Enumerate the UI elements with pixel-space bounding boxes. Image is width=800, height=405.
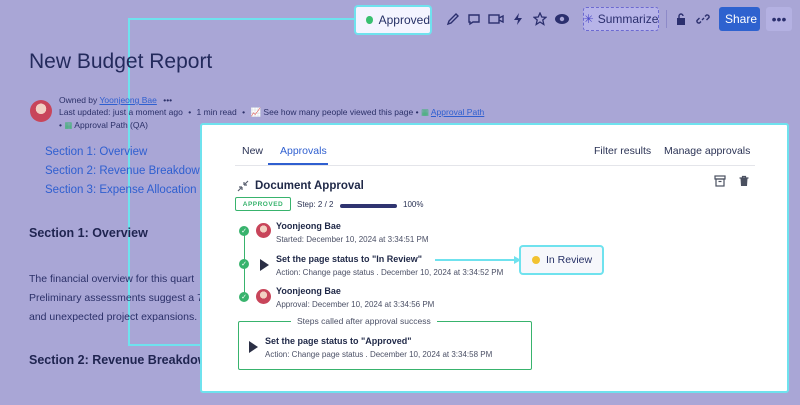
toc-item[interactable]: Section 1: Overview (45, 146, 147, 158)
toc-item[interactable]: Section 3: Expense Allocation (45, 184, 197, 196)
step-name: Yoonjeong Bae (276, 286, 341, 296)
archive-icon[interactable] (714, 175, 728, 189)
section-heading: Section 1: Overview (29, 226, 148, 240)
progress-percent: 100% (403, 200, 424, 209)
edit-icon[interactable] (444, 10, 462, 28)
page-background: Approved ✳ Summarize Share ••• New Budge… (0, 0, 800, 405)
share-button[interactable]: Share (719, 7, 760, 31)
document-approval-title: Document Approval (255, 180, 364, 192)
step-detail: Action: Change page status . December 10… (276, 268, 504, 277)
page-views-link[interactable]: See how many people viewed this page (263, 107, 413, 117)
page-status-button[interactable]: Approved (354, 5, 432, 35)
collapse-icon[interactable] (237, 180, 249, 195)
connector-line (128, 344, 200, 346)
tab-new[interactable]: New (242, 145, 263, 157)
check-icon: ✓ (239, 226, 249, 236)
lightning-icon[interactable] (509, 10, 527, 28)
avatar (30, 100, 52, 122)
byline-more-button[interactable]: ••• (163, 95, 172, 105)
paragraph-line: and unexpected project expansions. (29, 311, 198, 323)
filter-results-link[interactable]: Filter results (594, 145, 651, 157)
approval-path-link[interactable]: Approval Path (431, 107, 484, 117)
video-icon[interactable] (487, 10, 505, 28)
comment-icon[interactable] (465, 10, 483, 28)
approval-path-icon: ▦ (420, 107, 429, 117)
callout-arrow (435, 259, 518, 261)
section-heading: Section 2: Revenue Breakdow (29, 353, 208, 367)
step-name: Set the page status to "In Review" (276, 254, 423, 264)
step-detail: Started: December 10, 2024 at 3:34:51 PM (276, 235, 429, 244)
toc-item[interactable]: Section 2: Revenue Breakdown (45, 165, 206, 177)
step-name: Yoonjeong Bae (276, 221, 341, 231)
paragraph-line: The financial overview for this quart (29, 273, 195, 285)
manage-approvals-link[interactable]: Manage approvals (664, 145, 750, 157)
paragraph-line: Preliminary assessments suggest a 7 (29, 292, 203, 304)
link-icon[interactable] (694, 10, 712, 28)
last-updated: Last updated: just a moment ago (59, 107, 183, 117)
analytics-icon: 📈 (250, 107, 262, 117)
check-icon: ✓ (239, 259, 249, 269)
play-icon (260, 259, 269, 271)
status-dot-icon (532, 256, 540, 264)
approval-path-qa-label: Approval Path (QA) (74, 120, 148, 130)
play-icon (249, 341, 258, 353)
check-icon: ✓ (239, 292, 249, 302)
tab-approvals[interactable]: Approvals (280, 145, 327, 157)
step-detail: Action: Change page status . December 10… (265, 350, 493, 359)
step-counter: Step: 2 / 2 (297, 200, 334, 209)
summarize-button[interactable]: ✳ Summarize (583, 7, 659, 31)
read-time: 1 min read (196, 107, 237, 117)
avatar (256, 289, 271, 304)
trash-icon[interactable] (738, 175, 752, 189)
summarize-label: Summarize (597, 12, 659, 26)
step-detail: Approval: December 10, 2024 at 3:34:56 P… (276, 300, 435, 309)
step-name: Set the page status to "Approved" (265, 336, 412, 346)
byline: Owned by Yoonjeong Bae ••• (59, 95, 172, 105)
toolbar-divider (666, 10, 667, 28)
approval-path-qa[interactable]: • ▦ Approval Path (QA) (59, 120, 148, 131)
tab-divider (235, 165, 755, 166)
connector-line (128, 18, 356, 20)
in-review-label: In Review (546, 254, 593, 266)
approval-path-icon: ▦ (64, 120, 73, 130)
restrictions-icon[interactable] (672, 10, 690, 28)
page-status-label: Approved (378, 13, 430, 27)
more-actions-button[interactable]: ••• (766, 7, 792, 31)
star-icon[interactable] (531, 10, 549, 28)
status-dot-icon (366, 16, 373, 24)
owner-link[interactable]: Yoonjeong Bae (100, 95, 157, 105)
watch-icon[interactable] (553, 10, 571, 28)
page-metadata: Last updated: just a moment ago • 1 min … (59, 107, 485, 117)
approvals-panel: New Approvals Filter results Manage appr… (200, 123, 789, 393)
summarize-icon: ✳ (583, 12, 594, 26)
progress-bar (340, 204, 397, 208)
post-approval-label: Steps called after approval success (291, 316, 437, 326)
avatar (256, 223, 271, 238)
owner-prefix: Owned by (59, 95, 98, 105)
in-review-status: In Review (519, 245, 604, 275)
approved-badge: APPROVED (235, 197, 291, 211)
page-title: New Budget Report (29, 50, 213, 73)
